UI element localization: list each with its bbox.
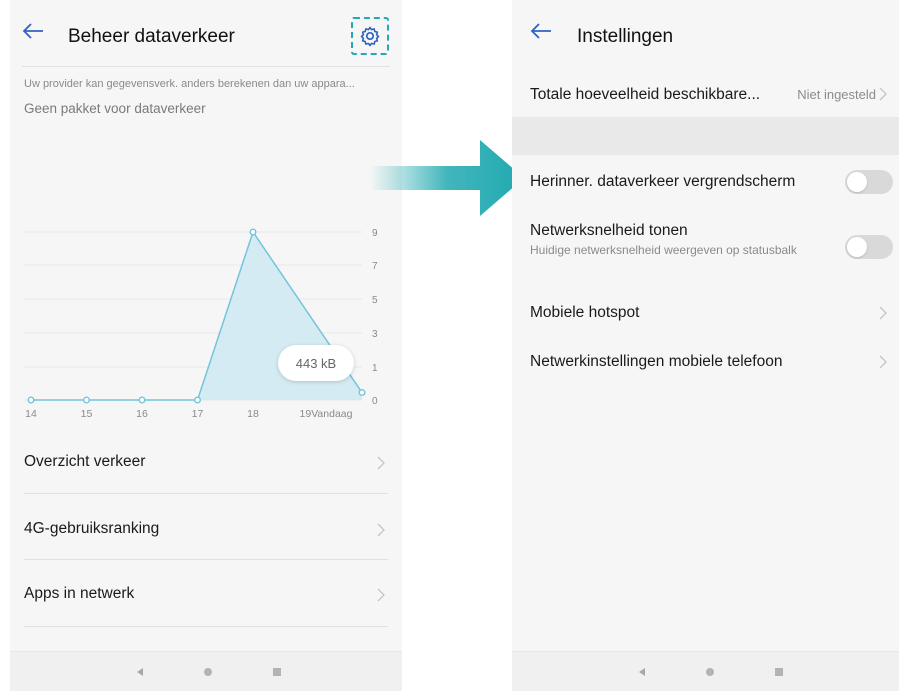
navigation-bar	[10, 651, 402, 691]
y-tick-label: 3	[372, 329, 378, 340]
overview-traffic-label: Overzicht verkeer	[24, 453, 146, 470]
chart-tooltip: 443 kB	[278, 345, 354, 381]
no-package-text: Geen pakket voor dataverkeer	[24, 101, 206, 116]
toggle-knob	[847, 172, 867, 192]
y-tick-label: 9	[372, 228, 378, 239]
data-point	[138, 396, 146, 404]
data-point	[27, 396, 35, 404]
x-tick-label: 17	[192, 408, 204, 420]
divider	[24, 626, 388, 627]
network-speed-item[interactable]: Netwerksnelheid tonen Huidige netwerksne…	[512, 210, 899, 284]
app-header: Beheer dataverkeer	[10, 0, 402, 60]
transition-arrow-icon	[370, 140, 524, 216]
chevron-right-icon	[377, 456, 385, 470]
overview-traffic-item[interactable]: Overzicht verkeer	[10, 430, 402, 494]
lockscreen-reminder-item[interactable]: Herinner. dataverkeer vergrendscherm	[512, 156, 899, 208]
gear-icon[interactable]	[351, 17, 389, 55]
apps-in-network-item[interactable]: Apps in netwerk	[10, 560, 402, 627]
chevron-right-icon	[879, 87, 887, 101]
4g-ranking-item[interactable]: 4G-gebruiksranking	[10, 495, 402, 560]
stage: Beheer dataverkeer Uw provider kan gegev…	[0, 0, 899, 691]
4g-ranking-label: 4G-gebruiksranking	[24, 520, 160, 537]
mobile-network-settings-label: Netwerkinstellingen mobiele telefoon	[530, 353, 783, 370]
toggle-knob	[847, 237, 867, 257]
nav-home-icon[interactable]	[690, 652, 730, 691]
page-title: Instellingen	[577, 26, 674, 47]
chevron-right-icon	[377, 523, 385, 537]
back-arrow-icon[interactable]	[530, 22, 560, 52]
section-separator	[512, 117, 899, 155]
y-tick-label: 5	[372, 295, 378, 306]
page-title: Beheer dataverkeer	[68, 26, 235, 47]
y-tick-label: 7	[372, 261, 378, 272]
chevron-right-icon	[879, 306, 887, 320]
settings-screen: Instellingen Totale hoeveelheid beschikb…	[512, 0, 899, 691]
divider	[24, 493, 388, 494]
chevron-right-icon	[879, 355, 887, 369]
data-usage-screen: Beheer dataverkeer Uw provider kan gegev…	[10, 0, 402, 691]
x-tick-label: 19Vandaag	[300, 408, 353, 420]
y-tick-label: 1	[372, 363, 378, 374]
nav-back-icon[interactable]	[120, 652, 160, 691]
lockscreen-reminder-toggle[interactable]	[845, 170, 893, 194]
mobile-network-settings-item[interactable]: Netwerkinstellingen mobiele telefoon	[512, 336, 899, 386]
data-point	[82, 396, 90, 404]
mobile-hotspot-label: Mobiele hotspot	[530, 304, 640, 321]
nav-back-icon[interactable]	[622, 652, 662, 691]
x-tick-label: 14	[25, 408, 37, 420]
x-tick-label: 16	[136, 408, 148, 420]
total-available-label: Totale hoeveelheid beschikbare...	[530, 86, 761, 103]
data-point	[193, 396, 201, 404]
nav-home-icon[interactable]	[188, 652, 228, 691]
back-arrow-icon[interactable]	[22, 22, 52, 52]
x-tick-label: 15	[81, 408, 93, 420]
usage-chart: 9 7 5 3 1 0 14 15 16 17 18 19Vandaag	[24, 228, 378, 420]
nav-recent-icon[interactable]	[759, 652, 799, 691]
x-tick-label: 18	[247, 408, 259, 420]
data-point	[358, 389, 366, 397]
apps-in-network-label: Apps in netwerk	[24, 585, 135, 602]
nav-recent-icon[interactable]	[257, 652, 297, 691]
total-available-value: Niet ingesteld	[797, 87, 876, 102]
data-point	[249, 228, 257, 236]
y-tick-label: 0	[372, 396, 378, 407]
app-header: Instellingen	[512, 0, 899, 60]
lockscreen-reminder-label: Herinner. dataverkeer vergrendscherm	[530, 173, 796, 190]
provider-notice: Uw provider kan gegevensverk. anders ber…	[24, 78, 355, 90]
network-speed-sublabel: Huidige netwerksnelheid weergeven op sta…	[530, 243, 797, 257]
network-speed-toggle[interactable]	[845, 235, 893, 259]
network-speed-label: Netwerksnelheid tonen	[530, 222, 688, 239]
navigation-bar	[512, 651, 899, 691]
chevron-right-icon	[377, 588, 385, 602]
header-divider	[22, 66, 390, 67]
total-available-item[interactable]: Totale hoeveelheid beschikbare... Niet i…	[512, 66, 899, 117]
mobile-hotspot-item[interactable]: Mobiele hotspot	[512, 286, 899, 336]
